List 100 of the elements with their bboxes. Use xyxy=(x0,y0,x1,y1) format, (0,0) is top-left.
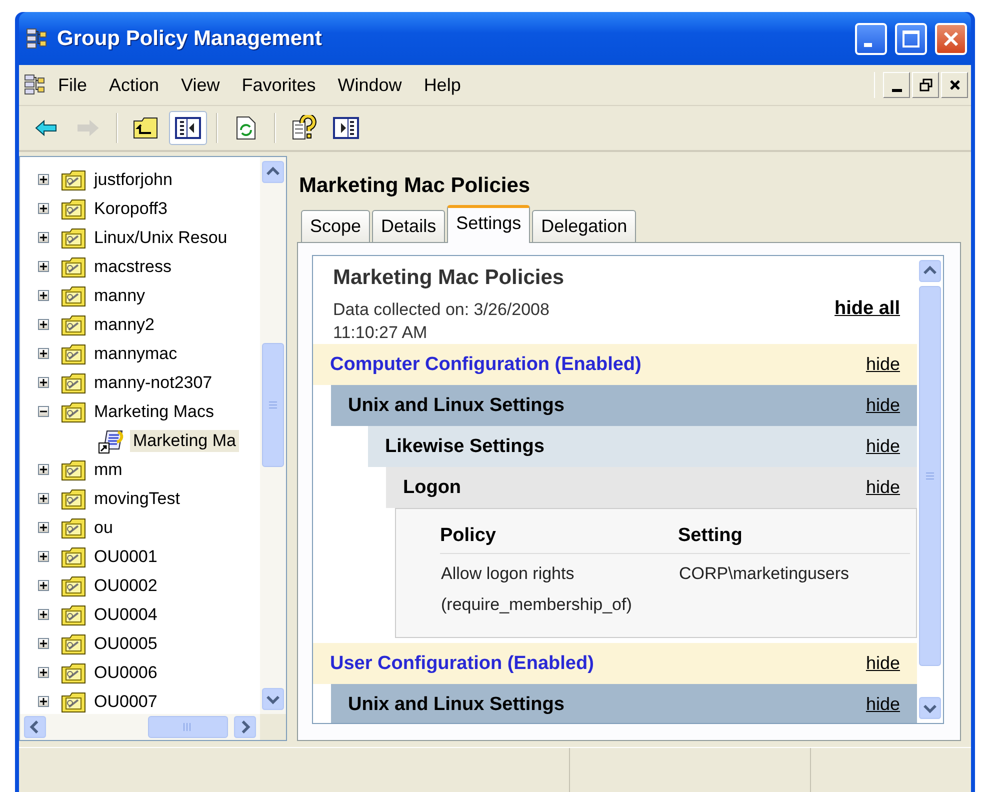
minimize-button[interactable] xyxy=(883,72,910,98)
folder-icon xyxy=(61,198,87,220)
menu-item[interactable]: Window xyxy=(326,70,413,100)
tree-pane-icon xyxy=(175,117,201,139)
scroll-up-button[interactable] xyxy=(919,260,941,282)
console-icon xyxy=(23,74,47,96)
folder-icon xyxy=(61,372,87,394)
tab[interactable]: Details xyxy=(372,210,446,242)
folder-icon xyxy=(61,400,87,422)
hide-all-link[interactable]: hide all xyxy=(834,298,900,320)
tab[interactable]: Delegation xyxy=(532,210,636,242)
folder-icon xyxy=(61,516,87,538)
scroll-shortcut-icon xyxy=(98,428,126,454)
restore-button[interactable] xyxy=(912,72,939,98)
hide-link[interactable]: hide xyxy=(866,395,900,416)
expand-icon[interactable] xyxy=(38,551,49,562)
tree-item[interactable]: Koropoff3 xyxy=(91,198,170,220)
expand-icon[interactable] xyxy=(38,696,49,707)
refresh-icon xyxy=(235,116,257,140)
folder-icon xyxy=(61,662,87,684)
hide-link[interactable]: hide xyxy=(866,694,900,715)
folder-up-icon xyxy=(133,117,159,139)
restore-icon xyxy=(918,78,932,92)
section-title: User Configuration (Enabled) xyxy=(330,652,594,674)
scrollbar-thumb[interactable] xyxy=(148,716,228,738)
scroll-up-button[interactable] xyxy=(262,161,284,183)
table-cell: CORP\marketingusers xyxy=(679,564,850,583)
section-title: Unix and Linux Settings xyxy=(348,694,564,716)
scrollbar-thumb[interactable] xyxy=(262,343,284,467)
tree-item[interactable]: mm xyxy=(91,458,126,480)
tree-item[interactable]: Marketing Macs xyxy=(91,400,217,422)
expand-icon[interactable] xyxy=(38,348,49,359)
scroll-right-button[interactable] xyxy=(234,716,256,738)
tree-item[interactable]: OU0001 xyxy=(91,546,160,568)
tree-item[interactable]: OU0005 xyxy=(91,632,160,654)
expand-icon[interactable] xyxy=(38,522,49,533)
window-title: Group Policy Management xyxy=(57,26,323,50)
scroll-left-button[interactable] xyxy=(24,716,46,738)
hide-link[interactable]: hide xyxy=(866,436,900,457)
expand-icon[interactable] xyxy=(38,580,49,591)
hide-link[interactable]: hide xyxy=(866,653,900,674)
pane-title: Marketing Mac Policies xyxy=(299,174,532,198)
tree-item[interactable]: justforjohn xyxy=(91,168,176,190)
menu-item[interactable]: Help xyxy=(412,70,472,100)
tree-item[interactable]: OU0007 xyxy=(91,690,160,712)
column-header: Setting xyxy=(678,519,910,554)
tree-item[interactable]: ou xyxy=(91,516,116,538)
menu-item[interactable]: Action xyxy=(98,70,170,100)
tree-item[interactable]: manny2 xyxy=(91,314,158,336)
hide-link[interactable]: hide xyxy=(866,354,900,375)
close-button[interactable] xyxy=(941,72,968,98)
menu-item[interactable]: File xyxy=(47,70,98,100)
maximize-button[interactable] xyxy=(895,22,927,54)
scrollbar-thumb[interactable] xyxy=(919,286,941,666)
tree-item[interactable]: manny xyxy=(91,284,148,306)
tree-item[interactable]: OU0002 xyxy=(91,574,160,596)
scroll-down-button[interactable] xyxy=(262,688,284,710)
tree-item[interactable]: manny-not2307 xyxy=(91,372,216,394)
tree-item[interactable]: macstress xyxy=(91,256,174,278)
expand-icon[interactable] xyxy=(38,261,49,272)
expand-icon[interactable] xyxy=(38,203,49,214)
section-title: Computer Configuration (Enabled) xyxy=(330,354,642,376)
table-cell: Allow logon rights (require_membership_of) xyxy=(441,564,632,614)
expand-icon[interactable] xyxy=(38,638,49,649)
minimize-icon xyxy=(864,42,872,46)
tree-item[interactable]: Linux/Unix Resou xyxy=(91,226,230,248)
tree-item[interactable]: OU0006 xyxy=(91,662,160,684)
section-title: Logon xyxy=(403,476,462,498)
tree-item[interactable]: Marketing Ma xyxy=(130,430,239,452)
expand-icon[interactable] xyxy=(38,377,49,388)
close-icon xyxy=(942,30,960,48)
action-pane-icon xyxy=(333,117,359,139)
expand-icon[interactable] xyxy=(38,319,49,330)
scrollbar-corner xyxy=(260,714,286,740)
help-icon xyxy=(291,115,317,141)
expand-icon[interactable] xyxy=(38,667,49,678)
tab[interactable]: Settings xyxy=(447,205,530,243)
collapse-icon[interactable] xyxy=(38,406,49,417)
expand-icon[interactable] xyxy=(38,493,49,504)
expand-icon[interactable] xyxy=(38,232,49,243)
tree-item[interactable]: OU0004 xyxy=(91,604,160,626)
menu-item[interactable]: Favorites xyxy=(230,70,327,100)
expand-icon[interactable] xyxy=(38,290,49,301)
menu-item[interactable]: View xyxy=(170,70,231,100)
hide-link[interactable]: hide xyxy=(866,477,900,498)
column-header: Policy xyxy=(440,519,678,554)
expand-icon[interactable] xyxy=(38,609,49,620)
tree-item[interactable]: mannymac xyxy=(91,342,180,364)
toolbar-button[interactable] xyxy=(169,111,207,145)
folder-icon xyxy=(61,284,87,306)
folder-icon xyxy=(61,488,87,510)
close-icon xyxy=(948,79,960,91)
expand-icon[interactable] xyxy=(38,174,49,185)
scroll-down-button[interactable] xyxy=(919,697,941,719)
tab[interactable]: Scope xyxy=(301,210,370,242)
back-arrow-icon xyxy=(34,118,58,138)
folder-icon xyxy=(61,458,87,480)
expand-icon[interactable] xyxy=(38,464,49,475)
maximize-icon xyxy=(902,30,920,48)
tree-item[interactable]: movingTest xyxy=(91,488,183,510)
